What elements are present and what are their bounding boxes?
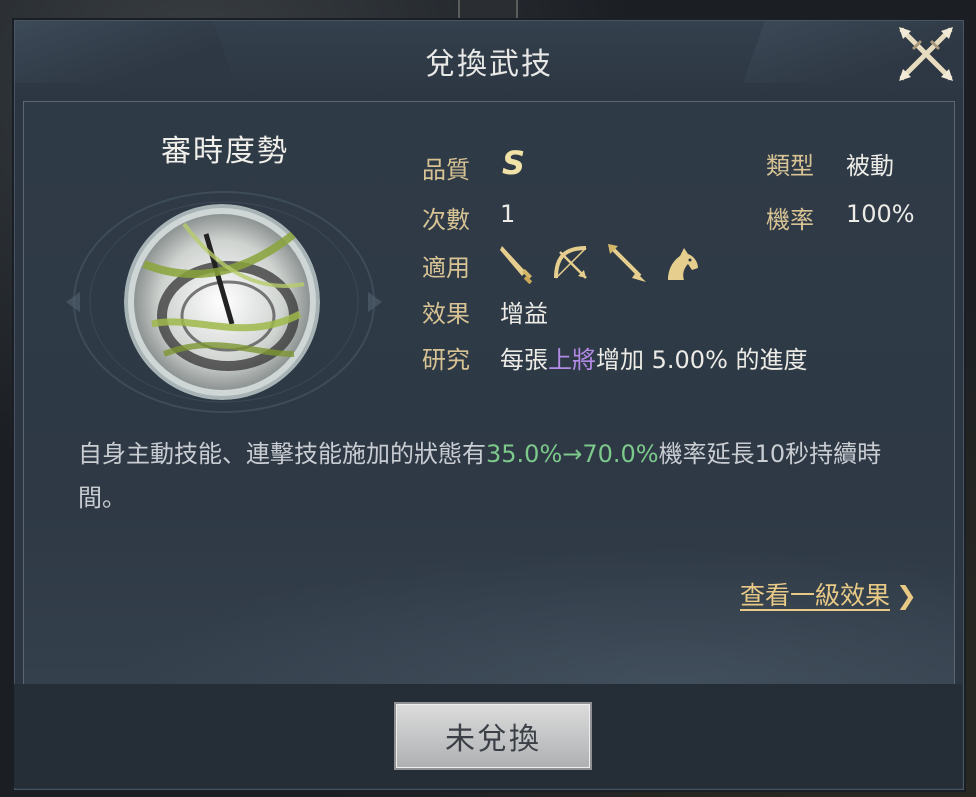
skill-description: 自身主動技能、連擊技能施加的狀態有35.0%→70.0%機率延長10秒持續時間。 <box>78 432 908 520</box>
research-highlight: 上將 <box>548 346 596 374</box>
research-text: 每張上將增加 5.00% 的進度 <box>500 340 808 375</box>
description-highlight: 35.0%→70.0% <box>486 440 659 468</box>
chevron-right-icon: ❯ <box>896 581 917 610</box>
dialog-title: 兌換武技 <box>425 47 553 82</box>
spear-icon <box>608 244 646 282</box>
crossed-swords-close-icon <box>899 27 953 81</box>
view-level1-label: 查看一級效果 <box>740 581 891 610</box>
applicable-label: 適用 <box>422 254 470 282</box>
effect-value: 增益 <box>500 300 548 328</box>
redeem-button[interactable]: 未兌換 <box>394 702 592 770</box>
sword-icon <box>500 246 533 284</box>
type-label: 類型 <box>766 152 814 180</box>
bow-icon <box>554 246 587 279</box>
quality-label: 品質 <box>422 156 470 184</box>
footer-bar: 未兌換 <box>14 684 962 788</box>
rate-label: 機率 <box>766 206 814 234</box>
research-suffix: 增加 5.00% 的進度 <box>596 346 808 374</box>
description-prefix: 自身主動技能、連擊技能施加的狀態有 <box>78 440 486 468</box>
research-prefix: 每張 <box>500 346 548 374</box>
type-value: 被動 <box>846 152 894 180</box>
horse-icon <box>668 248 698 280</box>
effect-label: 效果 <box>422 300 470 328</box>
count-value: 1 <box>500 200 516 228</box>
close-button[interactable] <box>895 23 957 85</box>
rate-value: 100% <box>846 200 915 228</box>
research-label: 研究 <box>422 346 470 374</box>
skill-name: 審時度勢 <box>161 134 289 169</box>
view-level1-effect-link[interactable]: 查看一級效果 ❯ <box>740 576 917 612</box>
count-label: 次數 <box>422 206 470 234</box>
sundial-wind-skill-icon <box>124 204 320 400</box>
title-bar: 兌換武技 <box>15 21 963 99</box>
quality-value: S <box>502 144 526 182</box>
